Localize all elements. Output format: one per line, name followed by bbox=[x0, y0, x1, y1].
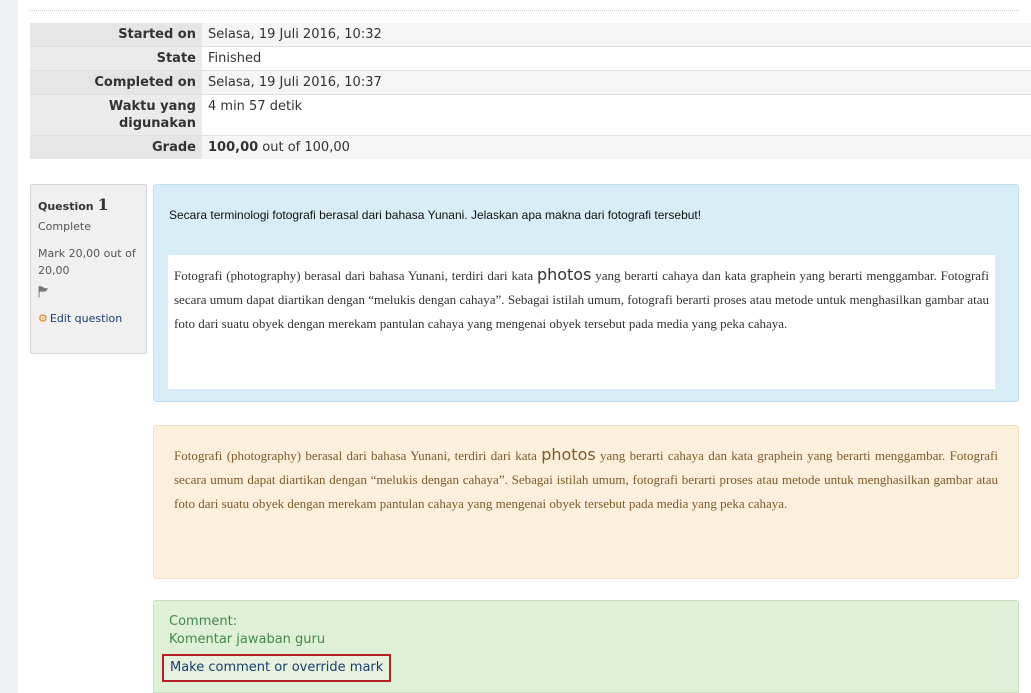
flag-icon[interactable]: 🏲 bbox=[38, 283, 139, 304]
general-feedback: Fotografi (photography) berasal dari bah… bbox=[153, 425, 1019, 579]
summary-row-time-taken: Waktu yang digunakan 4 min 57 detik bbox=[30, 94, 1031, 136]
summary-label: Completed on bbox=[30, 70, 202, 95]
summary-label: State bbox=[30, 46, 202, 71]
comment-text: Komentar jawaban guru bbox=[169, 632, 326, 647]
summary-label: Started on bbox=[30, 23, 202, 47]
summary-value: 4 min 57 detik bbox=[202, 94, 1031, 136]
make-comment-link[interactable]: Make comment or override mark bbox=[162, 654, 392, 682]
summary-value: Finished bbox=[202, 46, 1031, 71]
summary-value: Selasa, 19 Juli 2016, 10:37 bbox=[202, 70, 1031, 95]
answer-text: Fotografi (photography) berasal dari bah… bbox=[174, 265, 989, 331]
gear-icon: ⚙ bbox=[38, 312, 48, 325]
question-info-panel: Question 1 Complete Mark 20,00 out of 20… bbox=[30, 184, 147, 354]
top-divider bbox=[30, 10, 1019, 11]
question-grade: Mark 20,00 out of 20,00 bbox=[38, 247, 136, 277]
summary-row-grade: Grade 100,00 out of 100,00 bbox=[30, 135, 1031, 159]
edit-question-link[interactable]: ⚙ Edit question bbox=[38, 312, 139, 325]
summary-label: Waktu yang digunakan bbox=[30, 94, 202, 136]
answer-box[interactable]: Fotografi (photography) berasal dari bah… bbox=[168, 255, 995, 389]
summary-row-started: Started on Selasa, 19 Juli 2016, 10:32 bbox=[30, 23, 1031, 47]
attempt-summary-table: Started on Selasa, 19 Juli 2016, 10:32 S… bbox=[30, 23, 1031, 159]
summary-value: Selasa, 19 Juli 2016, 10:32 bbox=[202, 23, 1031, 47]
comment-box: Comment: Komentar jawaban guru Make comm… bbox=[153, 600, 1019, 693]
review-page: Started on Selasa, 19 Juli 2016, 10:32 S… bbox=[18, 0, 1031, 693]
question-number: Question 1 bbox=[38, 195, 109, 214]
question-state: Complete bbox=[38, 220, 92, 233]
question-text: Secara terminologi fotografi berasal dar… bbox=[169, 208, 702, 222]
question-formulation: Secara terminologi fotografi berasal dar… bbox=[153, 184, 1019, 402]
comment-heading: Comment: bbox=[169, 614, 238, 629]
summary-row-completed: Completed on Selasa, 19 Juli 2016, 10:37 bbox=[30, 70, 1031, 95]
summary-value: 100,00 out of 100,00 bbox=[202, 135, 1031, 159]
grade-out-of: out of 100,00 bbox=[258, 140, 350, 155]
grade-score: 100,00 bbox=[208, 140, 259, 155]
feedback-text: Fotografi (photography) berasal dari bah… bbox=[174, 445, 998, 511]
summary-label: Grade bbox=[30, 135, 202, 159]
summary-row-state: State Finished bbox=[30, 46, 1031, 71]
